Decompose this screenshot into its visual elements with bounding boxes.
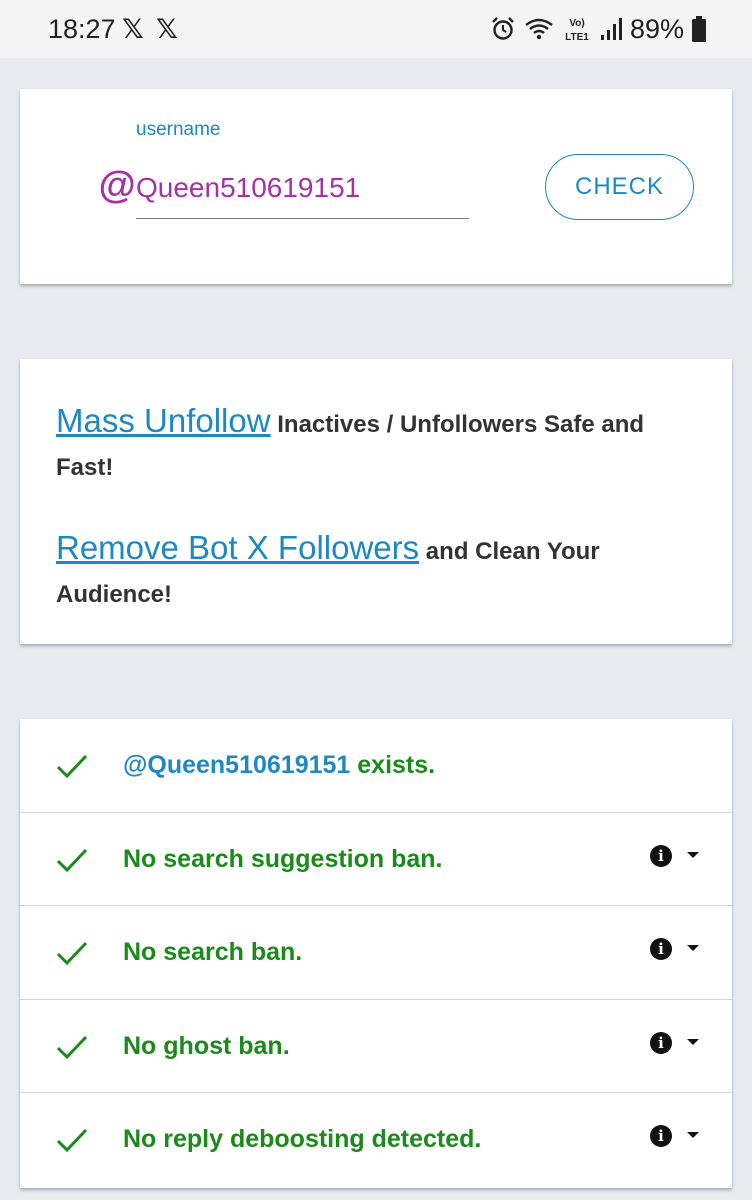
check-button[interactable]: CHECK xyxy=(545,154,694,220)
promo-unfollow: Mass Unfollow Inactives / Unfollowers Sa… xyxy=(56,399,696,489)
caret-down-icon[interactable] xyxy=(687,1132,699,1138)
username-check-card: @ username CHECK xyxy=(20,89,732,284)
svg-text:LTE1: LTE1 xyxy=(565,32,589,43)
svg-text:Vo): Vo) xyxy=(569,18,584,29)
result-row-search-suggestion-ban[interactable]: No search suggestion ban. i xyxy=(20,813,732,906)
check-icon xyxy=(56,754,88,779)
result-label: No search ban. xyxy=(123,938,303,966)
status-time: 18:27 xyxy=(48,14,116,44)
remove-bot-followers-link[interactable]: Remove Bot X Followers xyxy=(56,529,419,566)
battery-icon xyxy=(692,16,706,42)
result-label: No ghost ban. xyxy=(123,1031,290,1060)
check-icon xyxy=(56,941,88,966)
result-exists-text: @Queen510619151 exists. xyxy=(123,751,435,780)
username-input[interactable] xyxy=(136,157,469,219)
battery-level: 89% xyxy=(629,13,684,44)
x-logo-icon: 𝕏 xyxy=(122,14,144,44)
result-row-ghost-ban[interactable]: No ghost ban. i xyxy=(20,1000,732,1093)
x-logo-icon: 𝕏 xyxy=(156,14,178,44)
check-icon xyxy=(56,1128,88,1153)
at-icon: @ xyxy=(98,165,136,207)
result-exists-suffix: exists. xyxy=(350,751,436,779)
result-username: @Queen510619151 xyxy=(123,751,351,779)
info-icon[interactable]: i xyxy=(650,1031,672,1054)
caret-down-icon[interactable] xyxy=(687,851,699,858)
result-row-exists: @Queen510619151 exists. xyxy=(20,719,732,813)
mass-unfollow-link[interactable]: Mass Unfollow xyxy=(56,402,271,439)
info-icon[interactable]: i xyxy=(650,938,672,960)
result-row-reply-deboosting[interactable]: No reply deboosting detected. i xyxy=(20,1093,732,1187)
status-bar: 18:27 𝕏 𝕏 Vo) LTE1 89% xyxy=(0,0,752,58)
check-icon xyxy=(56,848,88,872)
signal-icon xyxy=(600,18,622,40)
result-row-search-ban[interactable]: No search ban. i xyxy=(20,906,732,1000)
caret-down-icon[interactable] xyxy=(687,1038,699,1045)
username-label: username xyxy=(136,119,221,140)
info-icon[interactable]: i xyxy=(650,1125,672,1147)
info-icon[interactable]: i xyxy=(650,844,672,867)
volte-icon: Vo) LTE1 xyxy=(565,18,589,43)
promo-remove-bots: Remove Bot X Followers and Clean Your Au… xyxy=(56,526,696,616)
promo-card: Mass Unfollow Inactives / Unfollowers Sa… xyxy=(20,359,732,644)
wifi-icon xyxy=(525,18,553,40)
check-icon xyxy=(56,1035,88,1059)
status-icons: Vo) LTE1 89% xyxy=(490,12,706,46)
results-card: @Queen510619151 exists. No search sugges… xyxy=(20,719,732,1188)
result-label: No reply deboosting detected. xyxy=(123,1125,482,1153)
alarm-icon xyxy=(492,17,514,40)
caret-down-icon[interactable] xyxy=(687,945,699,951)
result-label: No search suggestion ban. xyxy=(123,844,443,873)
